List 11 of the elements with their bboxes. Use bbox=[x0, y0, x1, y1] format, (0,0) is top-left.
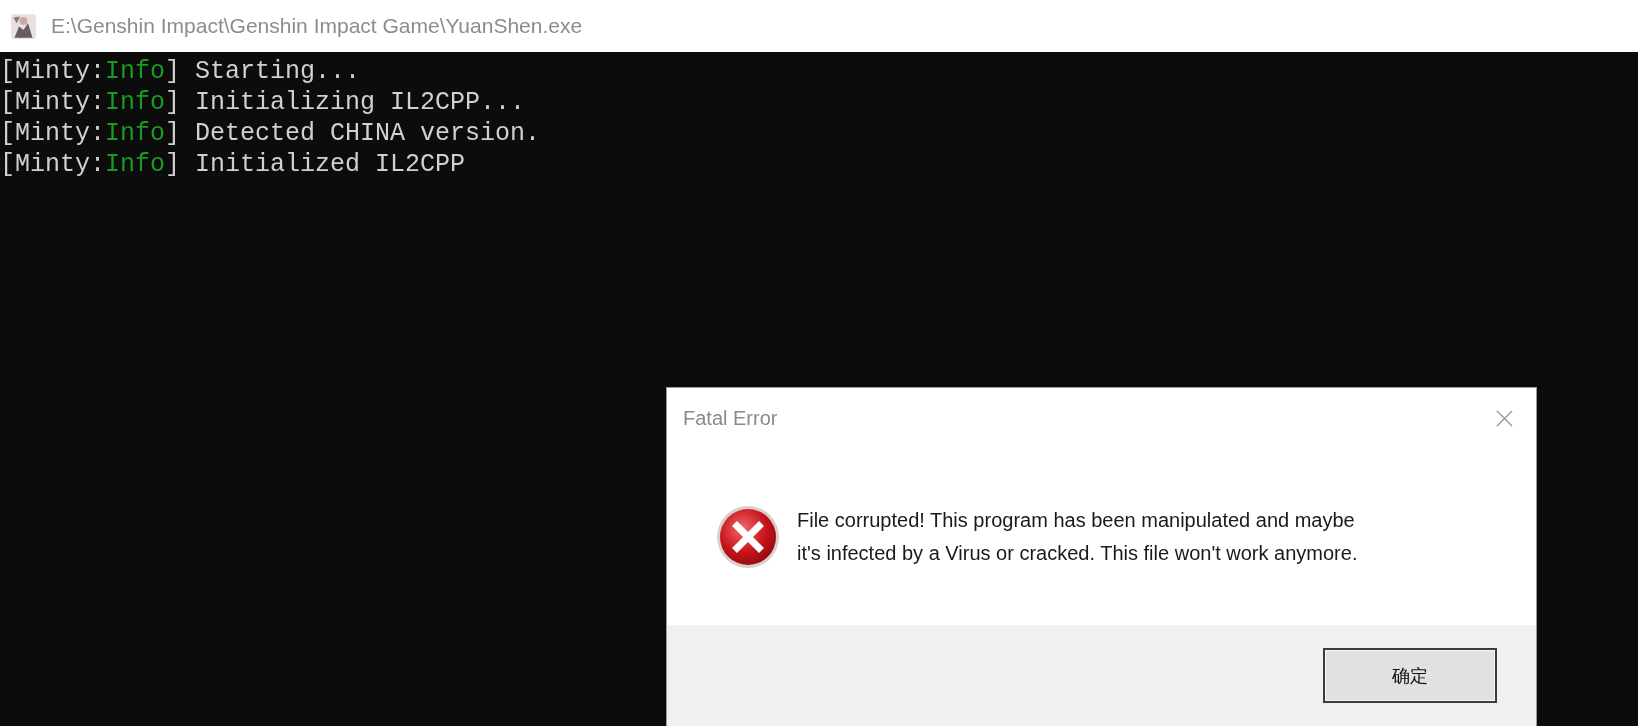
app-icon bbox=[10, 12, 37, 40]
dialog-title: Fatal Error bbox=[683, 406, 778, 430]
close-icon[interactable] bbox=[1495, 408, 1514, 428]
console-line: [Minty:Info] Initialized IL2CPP bbox=[0, 149, 466, 180]
error-message: File corrupted! This program has been manipulated and maybe it's infected by a Virus or cracked. This file won't work anymore. bbox=[797, 507, 1359, 566]
window-title: E:\Genshin Impact\Genshin Impact Game\YuanShen.exe bbox=[51, 14, 583, 38]
console-line: [Minty:Info] Starting... bbox=[0, 56, 361, 87]
console-line: [Minty:Info] Detected CHINA version. bbox=[0, 118, 541, 149]
ok-button[interactable]: 确定 bbox=[1323, 648, 1497, 703]
error-icon bbox=[716, 504, 780, 569]
console-line: [Minty:Info] Initializing IL2CPP... bbox=[0, 87, 526, 118]
